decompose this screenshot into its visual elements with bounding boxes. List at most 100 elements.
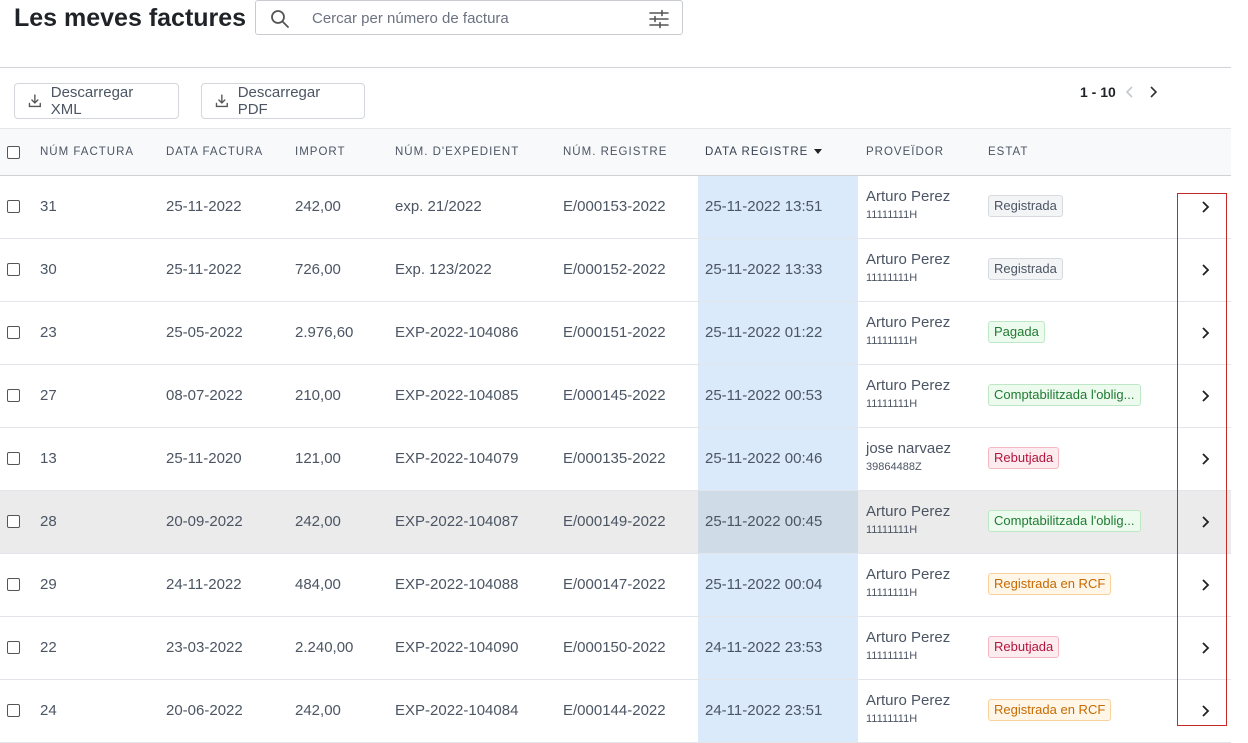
chevron-right-icon[interactable] [1199, 640, 1213, 656]
search-box[interactable] [255, 0, 683, 35]
cell-num-expedient: EXP-2022-104079 [395, 450, 519, 467]
cell-data-factura: 25-05-2022 [166, 324, 243, 341]
cell-import: 242,00 [295, 702, 341, 719]
cell-num-expedient: EXP-2022-104085 [395, 387, 519, 404]
cell-num-registre: E/000149-2022 [563, 513, 666, 530]
row-checkbox[interactable] [7, 641, 20, 654]
cell-proveidor-name: Arturo Perez [866, 314, 951, 331]
cell-proveidor-nif: 11111111H [866, 713, 918, 725]
row-checkbox[interactable] [7, 200, 20, 213]
row-checkbox[interactable] [7, 704, 20, 717]
cell-num-registre: E/000147-2022 [563, 576, 666, 593]
cell-import: 242,00 [295, 198, 341, 215]
status-badge: Registrada [988, 258, 1063, 280]
header-proveidor[interactable]: PROVEÏDOR [866, 146, 944, 158]
chevron-right-icon[interactable] [1199, 703, 1213, 719]
chevron-right-icon[interactable] [1199, 262, 1213, 278]
row-checkbox[interactable] [7, 578, 20, 591]
filter-settings-icon[interactable] [648, 9, 670, 29]
table-body: 31 25-11-2022 242,00 exp. 21/2022 E/000153-2… [0, 176, 1231, 743]
header-num-expedient[interactable]: NÚM. D'EXPEDIENT [395, 146, 519, 158]
pagination: 1 - 10 [1080, 82, 1161, 102]
cell-num-registre: E/000153-2022 [563, 198, 666, 215]
row-checkbox[interactable] [7, 452, 20, 465]
cell-num-factura: 31 [40, 198, 57, 215]
search-icon [271, 10, 289, 28]
header-data-registre-label: DATA REGISTRE [705, 146, 809, 158]
table-row[interactable]: 22 23-03-2022 2.240,00 EXP-2022-104090 E/000… [0, 617, 1231, 680]
table-row[interactable]: 13 25-11-2020 121,00 EXP-2022-104079 E/00013… [0, 428, 1231, 491]
cell-data-registre: 25-11-2022 13:33 [705, 261, 823, 278]
row-checkbox[interactable] [7, 389, 20, 402]
pagination-range: 1 - 10 [1080, 84, 1116, 100]
cell-proveidor-nif: 11111111H [866, 272, 918, 284]
status-badge: Comptabilitzada l'oblig... [988, 510, 1141, 532]
chevron-right-icon[interactable] [1199, 325, 1213, 341]
status-badge: Pagada [988, 321, 1045, 343]
cell-proveidor-name: jose narvaez [866, 440, 952, 457]
download-pdf-button[interactable]: Descarregar PDF [201, 83, 365, 119]
cell-num-factura: 27 [40, 387, 57, 404]
cell-num-factura: 29 [40, 576, 57, 593]
table-row[interactable]: 29 24-11-2022 484,00 EXP-2022-104088 E/00014… [0, 554, 1231, 617]
table-row[interactable]: 31 25-11-2022 242,00 exp. 21/2022 E/000153-2… [0, 176, 1231, 239]
cell-proveidor-nif: 11111111H [866, 398, 918, 410]
cell-data-registre: 25-11-2022 00:45 [705, 513, 823, 530]
chevron-right-icon[interactable] [1199, 199, 1213, 215]
cell-num-expedient: EXP-2022-104086 [395, 324, 519, 341]
cell-proveidor-nif: 11111111H [866, 587, 918, 599]
cell-import: 210,00 [295, 387, 341, 404]
search-input[interactable] [312, 7, 632, 29]
cell-num-expedient: EXP-2022-104090 [395, 639, 519, 656]
cell-num-registre: E/000150-2022 [563, 639, 666, 656]
cell-data-factura: 25-11-2022 [166, 198, 242, 215]
cell-proveidor-name: Arturo Perez [866, 188, 951, 205]
header-estat[interactable]: ESTAT [988, 146, 1028, 158]
cell-data-factura: 20-06-2022 [166, 702, 243, 719]
chevron-right-icon[interactable] [1147, 84, 1161, 100]
cell-num-registre: E/000152-2022 [563, 261, 666, 278]
table-row[interactable]: 30 25-11-2022 726,00 Exp. 123/2022 E/000152-… [0, 239, 1231, 302]
header-data-registre[interactable]: DATA REGISTRE [705, 146, 823, 158]
cell-num-registre: E/000135-2022 [563, 450, 666, 467]
cell-data-factura: 23-03-2022 [166, 639, 243, 656]
cell-data-registre: 25-11-2022 01:22 [705, 324, 823, 341]
download-icon [215, 94, 228, 108]
cell-proveidor-nif: 11111111H [866, 524, 918, 536]
download-icon [28, 94, 41, 108]
chevron-right-icon[interactable] [1199, 577, 1213, 593]
row-checkbox[interactable] [7, 515, 20, 528]
cell-num-expedient: Exp. 123/2022 [395, 261, 492, 278]
header-import[interactable]: IMPORT [295, 146, 346, 158]
cell-proveidor-name: Arturo Perez [866, 566, 951, 583]
status-badge: Rebutjada [988, 447, 1060, 469]
table-row[interactable]: 23 25-05-2022 2.976,60 EXP-2022-104086 E/000… [0, 302, 1231, 365]
download-xml-button[interactable]: Descarregar XML [14, 83, 179, 119]
cell-import: 2.976,60 [295, 324, 354, 341]
header-num-registre[interactable]: NÚM. REGISTRE [563, 146, 667, 158]
cell-num-registre: E/000145-2022 [563, 387, 666, 404]
chevron-left-icon[interactable] [1123, 84, 1137, 100]
cell-import: 484,00 [295, 576, 341, 593]
download-pdf-label: Descarregar PDF [237, 84, 321, 118]
row-checkbox[interactable] [7, 263, 20, 276]
cell-proveidor-name: Arturo Perez [866, 377, 951, 394]
cell-data-registre: 24-11-2022 23:53 [705, 639, 823, 656]
table-row[interactable]: 27 08-07-2022 210,00 EXP-2022-104085 E/00014… [0, 365, 1231, 428]
header-data-factura[interactable]: DATA FACTURA [166, 146, 263, 158]
chevron-right-icon[interactable] [1199, 514, 1213, 530]
cell-num-factura: 13 [40, 450, 57, 467]
chevron-right-icon[interactable] [1199, 388, 1213, 404]
cell-import: 242,00 [295, 513, 341, 530]
row-checkbox[interactable] [7, 326, 20, 339]
select-all-checkbox[interactable] [7, 146, 20, 159]
table-row[interactable]: 28 20-09-2022 242,00 EXP-2022-104087 E/00014… [0, 491, 1231, 554]
cell-proveidor-name: Arturo Perez [866, 251, 951, 268]
cell-proveidor-name: Arturo Perez [866, 692, 951, 709]
cell-data-registre: 25-11-2022 00:46 [705, 450, 823, 467]
cell-data-factura: 08-07-2022 [166, 387, 243, 404]
cell-num-factura: 23 [40, 324, 57, 341]
chevron-right-icon[interactable] [1199, 451, 1213, 467]
table-row[interactable]: 24 20-06-2022 242,00 EXP-2022-104084 E/00014… [0, 680, 1231, 743]
header-num-factura[interactable]: NÚM FACTURA [40, 146, 134, 158]
